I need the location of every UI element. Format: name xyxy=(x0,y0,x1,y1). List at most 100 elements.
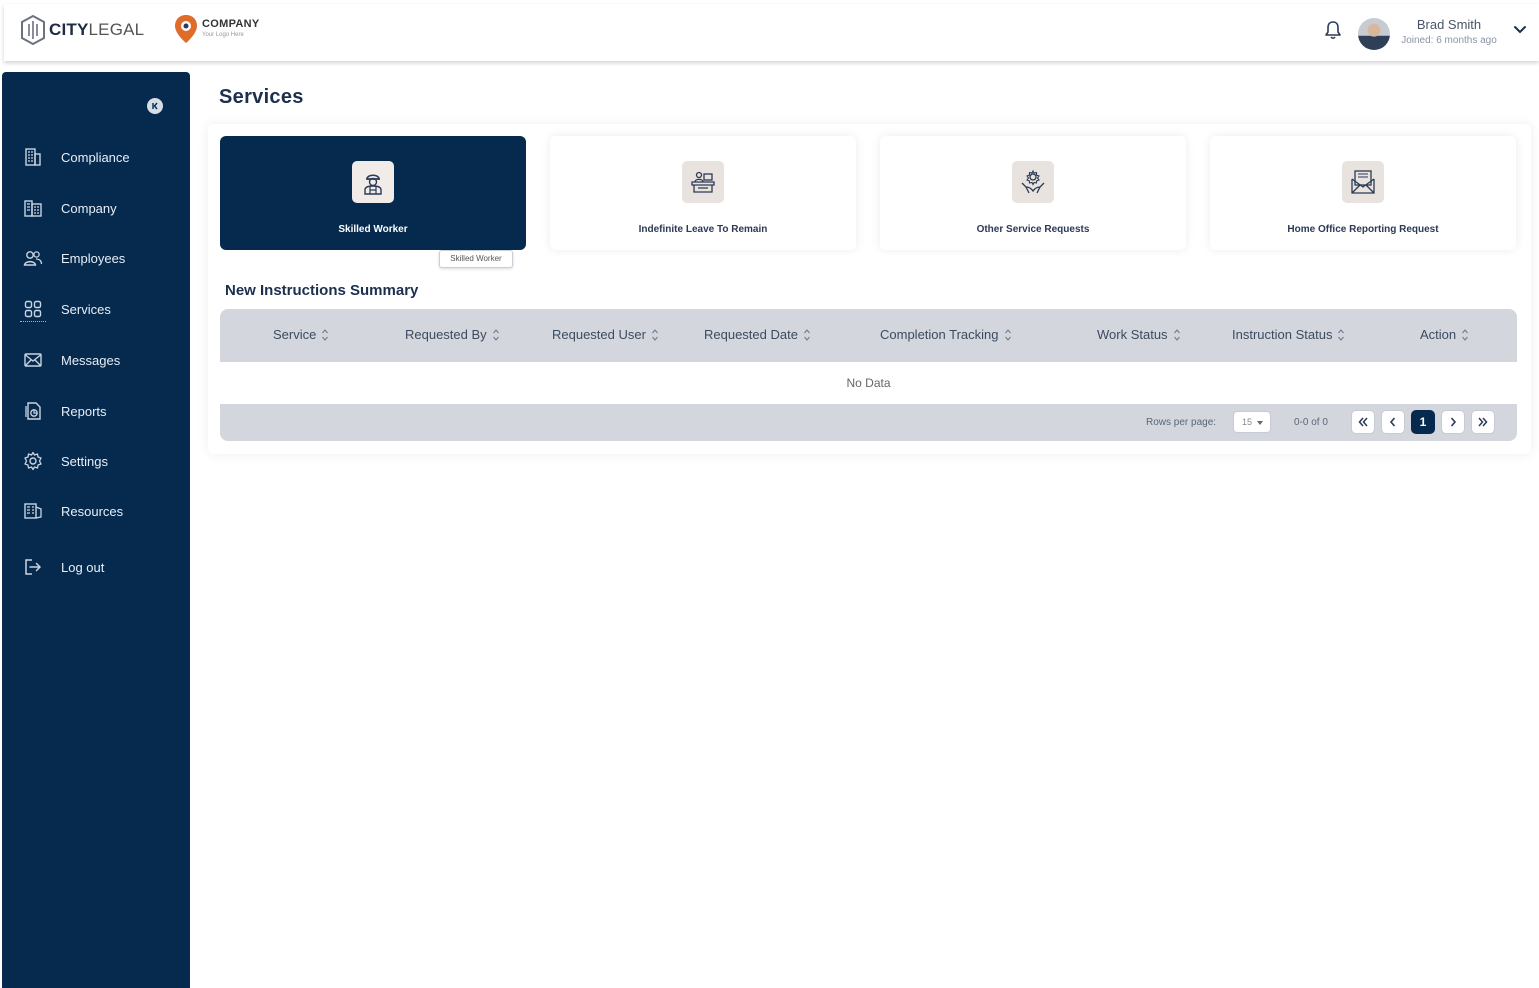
report-icon xyxy=(22,400,44,422)
office-icon xyxy=(22,197,44,219)
user-info[interactable]: Brad Smith Joined: 6 months ago xyxy=(1394,17,1504,46)
sidebar-item-reports[interactable]: Reports xyxy=(2,393,190,429)
active-indicator xyxy=(20,321,46,322)
sort-icon xyxy=(1004,328,1011,341)
sidebar-item-label: Compliance xyxy=(61,149,130,165)
sidebar-item-compliance[interactable]: Compliance xyxy=(2,139,190,175)
column-header-label: Requested User xyxy=(552,327,646,342)
sidebar-item-label: Resources xyxy=(61,503,124,519)
chevron-left-icon xyxy=(1389,417,1396,427)
column-header-label: Action xyxy=(1420,327,1457,342)
company-tagline: Your Logo Here xyxy=(202,31,244,38)
citylegal-logo[interactable]: CITYLEGAL xyxy=(20,14,144,46)
sidebar-item-settings[interactable]: Settings xyxy=(2,443,190,479)
collapse-sidebar-button[interactable] xyxy=(147,98,163,114)
sidebar-item-logout[interactable]: Log out xyxy=(2,549,190,585)
rows-per-page-label: Rows per page: xyxy=(1146,417,1217,428)
sidebar-item-label: Messages xyxy=(61,352,121,368)
bell-icon[interactable] xyxy=(1324,20,1342,40)
column-header-requested-date[interactable]: Requested Date xyxy=(704,327,811,342)
column-header-instruction-status[interactable]: Instruction Status xyxy=(1232,327,1345,342)
column-header-label: Service xyxy=(273,327,317,342)
sort-icon xyxy=(1462,328,1469,341)
sort-icon xyxy=(322,328,329,341)
gear-icon xyxy=(22,450,44,472)
service-card-home-office[interactable]: Home Office Reporting Request xyxy=(1210,136,1516,250)
mail-icon xyxy=(22,349,44,371)
double-chevron-right-icon xyxy=(1478,417,1488,427)
chevron-down-icon[interactable] xyxy=(1512,22,1528,38)
brand-name-bold: CITY xyxy=(49,20,89,39)
sidebar-item-messages[interactable]: Messages xyxy=(2,342,190,378)
table-body: No Data xyxy=(220,362,1517,404)
tooltip: Skilled Worker xyxy=(439,250,513,268)
previous-page-button[interactable] xyxy=(1381,410,1405,434)
grid-icon xyxy=(22,298,44,320)
sidebar-item-label: Log out xyxy=(61,559,105,575)
service-card-label: Indefinite Leave To Remain xyxy=(638,224,768,235)
resources-icon xyxy=(22,500,44,522)
user-name: Brad Smith xyxy=(1416,17,1482,32)
service-card-label: Skilled Worker xyxy=(338,224,408,235)
service-card-label: Home Office Reporting Request xyxy=(1287,224,1439,235)
brand-name-light: LEGAL xyxy=(88,20,145,39)
pagination-range: 0-0 of 0 xyxy=(1294,417,1328,428)
desk-icon xyxy=(682,161,724,203)
column-header-service[interactable]: Service xyxy=(273,327,329,342)
sidebar-item-company[interactable]: Company xyxy=(2,190,190,226)
column-header-label: Requested Date xyxy=(704,327,798,342)
column-header-label: Work Status xyxy=(1097,327,1168,342)
next-page-button[interactable] xyxy=(1441,410,1465,434)
table-header: Service Requested By Requested User Requ… xyxy=(220,309,1517,362)
company-logo: COMPANY Your Logo Here xyxy=(174,14,260,44)
first-page-button[interactable] xyxy=(1351,410,1375,434)
sidebar-item-label: Employees xyxy=(61,250,126,266)
sort-icon xyxy=(1173,328,1180,341)
sidebar-item-employees[interactable]: Employees xyxy=(2,240,190,276)
avatar[interactable] xyxy=(1358,18,1390,50)
column-header-action[interactable]: Action xyxy=(1420,327,1469,342)
location-pin-icon xyxy=(175,15,197,43)
building-icon xyxy=(22,146,44,168)
column-header-requested-by[interactable]: Requested By xyxy=(405,327,500,342)
logout-icon xyxy=(22,556,44,578)
users-icon xyxy=(22,247,44,269)
citylegal-logo-icon xyxy=(21,14,45,46)
sidebar-item-resources[interactable]: Resources xyxy=(2,493,190,529)
service-card-indefinite-leave[interactable]: Indefinite Leave To Remain xyxy=(550,136,856,250)
column-header-label: Completion Tracking xyxy=(880,327,999,342)
column-header-label: Instruction Status xyxy=(1232,327,1333,342)
column-header-requested-user[interactable]: Requested User xyxy=(552,327,659,342)
mail-report-icon xyxy=(1342,161,1384,203)
chevron-right-icon xyxy=(1450,417,1457,427)
last-page-button[interactable] xyxy=(1471,410,1495,434)
column-header-label: Requested By xyxy=(405,327,487,342)
sidebar-item-label: Reports xyxy=(61,403,107,419)
service-card-skilled-worker[interactable]: Skilled Worker xyxy=(220,136,526,250)
section-title: New Instructions Summary xyxy=(225,282,419,299)
sort-icon xyxy=(1338,328,1345,341)
rows-per-page-select[interactable]: 15 xyxy=(1233,411,1271,433)
worker-icon xyxy=(352,161,394,203)
sort-icon xyxy=(652,328,658,341)
sidebar-item-label: Services xyxy=(61,301,111,317)
service-card-other-requests[interactable]: Other Service Requests xyxy=(880,136,1186,250)
column-header-work-status[interactable]: Work Status xyxy=(1097,327,1181,342)
collapse-left-icon xyxy=(152,102,158,110)
double-chevron-left-icon xyxy=(1358,417,1368,427)
page-title: Services xyxy=(219,86,304,108)
hand-gear-icon xyxy=(1012,161,1054,203)
column-header-completion-tracking[interactable]: Completion Tracking xyxy=(880,327,1012,342)
sidebar-item-services[interactable]: Services xyxy=(2,291,190,327)
empty-state-text: No Data xyxy=(846,376,891,390)
sort-icon xyxy=(804,328,810,341)
user-joined: Joined: 6 months ago xyxy=(1401,35,1497,46)
company-name: COMPANY xyxy=(202,17,260,30)
page-button-current[interactable]: 1 xyxy=(1411,410,1435,434)
sidebar-item-label: Settings xyxy=(61,453,108,469)
top-bar: CITYLEGAL COMPANY Your Logo Here Brad Sm… xyxy=(4,4,1539,61)
service-card-label: Other Service Requests xyxy=(976,224,1090,235)
sidebar: Compliance Company Employees Services Me… xyxy=(2,72,190,988)
sort-icon xyxy=(492,328,499,341)
sidebar-item-label: Company xyxy=(61,200,117,216)
